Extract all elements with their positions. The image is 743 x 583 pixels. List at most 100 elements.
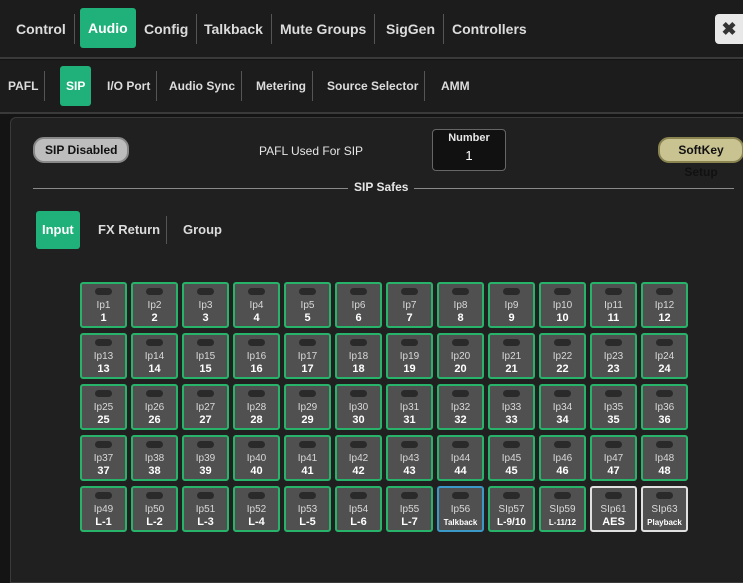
sip-safe-button[interactable]: Ip33 33 xyxy=(488,384,535,430)
sip-safe-button[interactable]: Ip36 36 xyxy=(641,384,688,430)
sip-safe-button[interactable]: Ip43 43 xyxy=(386,435,433,481)
channel-name-label: L-3 xyxy=(197,516,214,528)
sip-disabled-button[interactable]: SIP Disabled xyxy=(33,137,130,163)
softkey-setup-button[interactable]: SoftKey Setup xyxy=(658,137,743,179)
tab-config[interactable]: Config xyxy=(136,14,198,44)
sip-safe-button[interactable]: Ip40 40 xyxy=(233,435,280,481)
tab-sip[interactable]: SIP xyxy=(60,66,92,106)
tab-audio[interactable]: Audio xyxy=(80,8,136,48)
sip-safe-button[interactable]: Ip26 26 xyxy=(131,384,178,430)
tab-io-port[interactable]: I/O Port xyxy=(101,71,158,101)
channel-name-label: L-1 xyxy=(95,516,112,528)
sip-safe-button[interactable]: Ip6 6 xyxy=(335,282,382,328)
sip-safe-button[interactable]: Ip2 2 xyxy=(131,282,178,328)
channel-id-label: Ip6 xyxy=(351,300,366,311)
indicator-led xyxy=(350,339,367,346)
indicator-led xyxy=(452,339,469,346)
tab-mute-groups[interactable]: Mute Groups xyxy=(272,14,376,44)
sip-safe-button[interactable]: Ip45 45 xyxy=(488,435,535,481)
channel-id-label: SIp57 xyxy=(498,504,525,515)
sip-safe-button[interactable]: Ip10 10 xyxy=(539,282,586,328)
tab-talkback[interactable]: Talkback xyxy=(196,14,272,44)
sip-safe-button[interactable]: Ip21 21 xyxy=(488,333,535,379)
sip-safe-button[interactable]: Ip53 L-5 xyxy=(284,486,331,532)
sip-safe-button[interactable]: Ip31 31 xyxy=(386,384,433,430)
channel-id-label: Ip19 xyxy=(399,351,420,362)
channel-name-label: 46 xyxy=(556,465,569,477)
sip-safe-button[interactable]: Ip38 38 xyxy=(131,435,178,481)
pafl-used-label: PAFL Used For SIP xyxy=(259,144,364,158)
sip-safe-button[interactable]: Ip55 L-7 xyxy=(386,486,433,532)
sip-safe-button[interactable]: Ip50 L-2 xyxy=(131,486,178,532)
sip-safe-button[interactable]: Ip16 16 xyxy=(233,333,280,379)
sip-safe-button[interactable]: SIp57 L-9/10 xyxy=(488,486,535,532)
sip-safe-button[interactable]: Ip51 L-3 xyxy=(182,486,229,532)
sip-safe-button[interactable]: Ip12 12 xyxy=(641,282,688,328)
sip-safe-button[interactable]: Ip52 L-4 xyxy=(233,486,280,532)
sip-safe-button[interactable]: Ip42 42 xyxy=(335,435,382,481)
sip-safe-button[interactable]: Ip35 35 xyxy=(590,384,637,430)
sip-safe-button[interactable]: Ip41 41 xyxy=(284,435,331,481)
sip-safe-button[interactable]: Ip27 27 xyxy=(182,384,229,430)
tab-source-selector[interactable]: Source Selector xyxy=(321,71,426,101)
sip-safe-button[interactable]: Ip20 20 xyxy=(437,333,484,379)
sip-safe-button[interactable]: Ip9 9 xyxy=(488,282,535,328)
tab-control[interactable]: Control xyxy=(8,14,75,44)
sip-safe-button[interactable]: Ip32 32 xyxy=(437,384,484,430)
sip-safe-button[interactable]: Ip37 37 xyxy=(80,435,127,481)
sip-safe-button[interactable]: SIp61 AES xyxy=(590,486,637,532)
sip-safe-button[interactable]: SIp63 Playback xyxy=(641,486,688,532)
sip-safe-button[interactable]: Ip18 18 xyxy=(335,333,382,379)
number-field[interactable]: Number 1 xyxy=(432,129,506,171)
tab-pafl[interactable]: PAFL xyxy=(2,71,46,101)
channel-id-label: Ip13 xyxy=(93,351,114,362)
sip-safe-button[interactable]: Ip1 1 xyxy=(80,282,127,328)
close-icon[interactable]: ✖ xyxy=(715,14,743,44)
sip-safe-button[interactable]: Ip46 46 xyxy=(539,435,586,481)
sip-safe-button[interactable]: Ip17 17 xyxy=(284,333,331,379)
sip-safe-button[interactable]: Ip47 47 xyxy=(590,435,637,481)
channel-id-label: Ip11 xyxy=(604,300,623,311)
sip-safe-button[interactable]: Ip22 22 xyxy=(539,333,586,379)
sip-safe-button[interactable]: Ip39 39 xyxy=(182,435,229,481)
sip-safe-button[interactable]: Ip11 11 xyxy=(590,282,637,328)
sip-safe-button[interactable]: Ip13 13 xyxy=(80,333,127,379)
sip-safe-button[interactable]: Ip7 7 xyxy=(386,282,433,328)
indicator-led xyxy=(350,441,367,448)
tab-group[interactable]: Group xyxy=(177,216,228,244)
sip-safe-button[interactable]: Ip34 34 xyxy=(539,384,586,430)
tab-siggen[interactable]: SigGen xyxy=(378,14,445,44)
channel-name-label: 17 xyxy=(301,363,314,375)
channel-id-label: Ip34 xyxy=(552,402,573,413)
sip-safe-button[interactable]: Ip48 48 xyxy=(641,435,688,481)
indicator-led xyxy=(95,492,112,499)
sip-safe-button[interactable]: SIp59 L-11/12 xyxy=(539,486,586,532)
tab-audio-sync[interactable]: Audio Sync xyxy=(163,71,243,101)
channel-id-label: Ip21 xyxy=(501,351,522,362)
sip-safe-button[interactable]: Ip28 28 xyxy=(233,384,280,430)
channel-id-label: Ip37 xyxy=(93,453,114,464)
tab-metering[interactable]: Metering xyxy=(250,71,314,101)
sip-safe-button[interactable]: Ip4 4 xyxy=(233,282,280,328)
sip-safe-button[interactable]: Ip15 15 xyxy=(182,333,229,379)
sip-safe-button[interactable]: Ip54 L-6 xyxy=(335,486,382,532)
tab-fx-return[interactable]: FX Return xyxy=(92,216,168,244)
sip-safe-button[interactable]: Ip23 23 xyxy=(590,333,637,379)
channel-id-label: Ip33 xyxy=(501,402,522,413)
sip-safe-button[interactable]: Ip30 30 xyxy=(335,384,382,430)
indicator-led xyxy=(656,339,673,346)
tab-input[interactable]: Input xyxy=(36,211,80,249)
tab-amm[interactable]: AMM xyxy=(435,71,476,101)
sip-safe-button[interactable]: Ip25 25 xyxy=(80,384,127,430)
sip-safe-button[interactable]: Ip19 19 xyxy=(386,333,433,379)
sip-safe-button[interactable]: Ip44 44 xyxy=(437,435,484,481)
sip-safe-button[interactable]: Ip29 29 xyxy=(284,384,331,430)
sip-safe-button[interactable]: Ip49 L-1 xyxy=(80,486,127,532)
sip-safe-button[interactable]: Ip3 3 xyxy=(182,282,229,328)
sip-safe-button[interactable]: Ip8 8 xyxy=(437,282,484,328)
sip-safe-button[interactable]: Ip5 5 xyxy=(284,282,331,328)
sip-safe-button[interactable]: Ip56 Talkback xyxy=(437,486,484,532)
tab-controllers[interactable]: Controllers xyxy=(444,14,535,44)
sip-safe-button[interactable]: Ip14 14 xyxy=(131,333,178,379)
sip-safe-button[interactable]: Ip24 24 xyxy=(641,333,688,379)
